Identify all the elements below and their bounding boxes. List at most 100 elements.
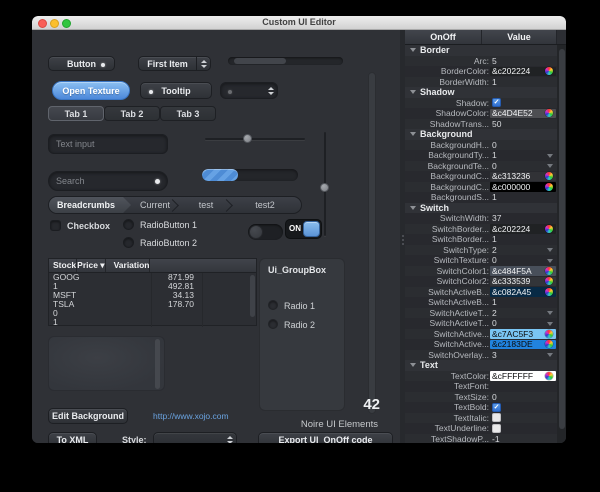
chevron-down-icon[interactable] [547, 353, 553, 357]
inspector-row[interactable]: BorderColor:&c202224 [405, 66, 557, 77]
text-input[interactable] [48, 134, 168, 154]
demo-horizontal-scrollbar[interactable] [228, 57, 343, 65]
color-swatch[interactable]: &c313236 [490, 172, 556, 182]
tab-tab-3[interactable]: Tab 3 [160, 106, 216, 121]
disclosure-triangle-icon[interactable] [410, 206, 416, 210]
property-value[interactable]: 2 [489, 308, 557, 319]
table-column-header-price[interactable]: Price ▾ [77, 259, 105, 272]
property-value[interactable]: 50 [489, 119, 557, 130]
table-row[interactable]: 1 [49, 318, 256, 327]
style-popup-stepper[interactable] [227, 433, 233, 443]
tab-tab-1[interactable]: Tab 1 [48, 106, 104, 121]
chevron-down-icon[interactable] [547, 259, 553, 263]
property-value[interactable]: &c484F5A [489, 266, 557, 277]
toggle-switch-on[interactable]: ON [285, 219, 322, 239]
property-value[interactable]: 2 [489, 245, 557, 256]
inspector-row[interactable]: Shadow:✓ [405, 98, 557, 109]
color-wheel-icon[interactable] [545, 67, 553, 75]
color-wheel-icon[interactable] [545, 267, 553, 275]
inspector-row[interactable]: TextFont: [405, 381, 557, 392]
inspector-row[interactable]: TextShadowP...-1 [405, 434, 557, 444]
titlebar[interactable]: Custom UI Editor [32, 16, 566, 30]
table-column-header-variation[interactable]: Variation [106, 259, 151, 272]
inspector-row[interactable]: SwitchActiveT...0 [405, 318, 557, 329]
inspector-section-shadow[interactable]: Shadow [405, 87, 557, 98]
property-value[interactable]: 1 [489, 192, 557, 203]
color-swatch[interactable]: &c333539 [490, 277, 556, 287]
disclosure-triangle-icon[interactable] [410, 48, 416, 52]
table-row[interactable]: GOOG871.99 [49, 273, 256, 282]
disclosure-triangle-icon[interactable] [410, 90, 416, 94]
property-value[interactable]: 5 [489, 56, 557, 67]
inspector-row[interactable]: BackgroundC...&c313236 [405, 171, 557, 182]
demo-popup-stepper[interactable] [197, 56, 211, 71]
color-swatch[interactable]: &c2183DE [490, 340, 556, 350]
inspector-row[interactable]: SwitchActive...&c7AC5F3 [405, 329, 557, 340]
scrollbar-thumb[interactable] [234, 58, 286, 64]
property-value[interactable] [489, 413, 557, 424]
demo-vertical-scrollbar[interactable] [368, 72, 376, 414]
disclosure-triangle-icon[interactable] [410, 363, 416, 367]
breadcrumb-item[interactable]: test2 [233, 197, 297, 213]
property-value[interactable]: &cFFFFFF [489, 371, 557, 382]
radio-button-2[interactable] [123, 237, 134, 248]
inspector-row[interactable]: TextColor:&cFFFFFF [405, 371, 557, 382]
color-swatch[interactable]: &c202224 [490, 224, 556, 234]
inspector-row[interactable]: Arc:5 [405, 56, 557, 67]
color-wheel-icon[interactable] [545, 330, 553, 338]
property-value[interactable]: -1 [489, 434, 557, 444]
edit-background-button[interactable]: Edit Background [48, 408, 128, 424]
inspector-row[interactable]: SwitchColor1:&c484F5A [405, 266, 557, 277]
inspector-row[interactable]: SwitchTexture:0 [405, 255, 557, 266]
demo-spinner-field[interactable] [220, 82, 278, 99]
color-wheel-icon[interactable] [545, 340, 553, 348]
inspector-row[interactable]: SwitchActiveT...2 [405, 308, 557, 319]
search-input[interactable] [48, 171, 168, 191]
inspector-row[interactable]: BackgroundTy...1 [405, 150, 557, 161]
table-scrollbar[interactable] [250, 275, 255, 317]
color-swatch[interactable]: &c484F5A [490, 266, 556, 276]
property-value[interactable]: &c202224 [489, 224, 557, 235]
radio-button-1[interactable] [123, 219, 134, 230]
column-header-onoff[interactable]: OnOff [405, 30, 482, 44]
color-swatch[interactable]: &c7AC5F3 [490, 329, 556, 339]
inspector-section-border[interactable]: Border [405, 45, 557, 56]
property-checkbox[interactable]: ✓ [492, 403, 501, 412]
breadcrumb-item[interactable]: Current [131, 197, 179, 213]
demo-popup-menu[interactable]: First Item [138, 56, 197, 71]
disclosure-triangle-icon[interactable] [410, 132, 416, 136]
chevron-down-icon[interactable] [547, 154, 553, 158]
chevron-down-icon[interactable] [547, 311, 553, 315]
property-value[interactable]: 1 [489, 234, 557, 245]
color-wheel-icon[interactable] [545, 372, 553, 380]
property-value[interactable]: 1 [489, 77, 557, 88]
inspector-row[interactable]: SwitchType:2 [405, 245, 557, 256]
demo-checkbox[interactable] [50, 220, 61, 231]
inspector-row[interactable]: SwitchColor2:&c333539 [405, 276, 557, 287]
inspector-section-text[interactable]: Text [405, 360, 557, 371]
inspector-section-background[interactable]: Background [405, 129, 557, 140]
groupbox-radio-1[interactable] [268, 300, 278, 310]
background-preview-canvas[interactable] [48, 336, 165, 391]
table-row[interactable]: TSLA178.70 [49, 300, 256, 309]
property-value[interactable]: 0 [489, 255, 557, 266]
inspector-row[interactable]: SwitchWidth:37 [405, 213, 557, 224]
property-value[interactable]: &c4D4E52 [489, 108, 557, 119]
inspector-row[interactable]: BackgroundTe...0 [405, 161, 557, 172]
color-wheel-icon[interactable] [545, 172, 553, 180]
style-popup[interactable] [153, 432, 237, 443]
property-value[interactable]: 0 [489, 140, 557, 151]
property-value[interactable]: 0 [489, 318, 557, 329]
inspector-row[interactable]: BackgroundC...&c000000 [405, 182, 557, 193]
inspector-row[interactable]: SwitchBorder...&c202224 [405, 224, 557, 235]
chevron-down-icon[interactable] [547, 164, 553, 168]
breadcrumb-item[interactable]: Breadcrumbs [49, 197, 131, 213]
inspector-row[interactable]: TextItalic: [405, 413, 557, 424]
column-header-value[interactable]: Value [482, 30, 557, 44]
property-value[interactable]: ✓ [489, 402, 557, 413]
table-row[interactable]: 0 [49, 309, 256, 318]
to-xml-button[interactable]: To XML [48, 432, 97, 443]
breadcrumb-item[interactable]: test [179, 197, 233, 213]
property-checkbox[interactable]: ✓ [492, 98, 501, 107]
horizontal-slider[interactable] [205, 138, 305, 140]
